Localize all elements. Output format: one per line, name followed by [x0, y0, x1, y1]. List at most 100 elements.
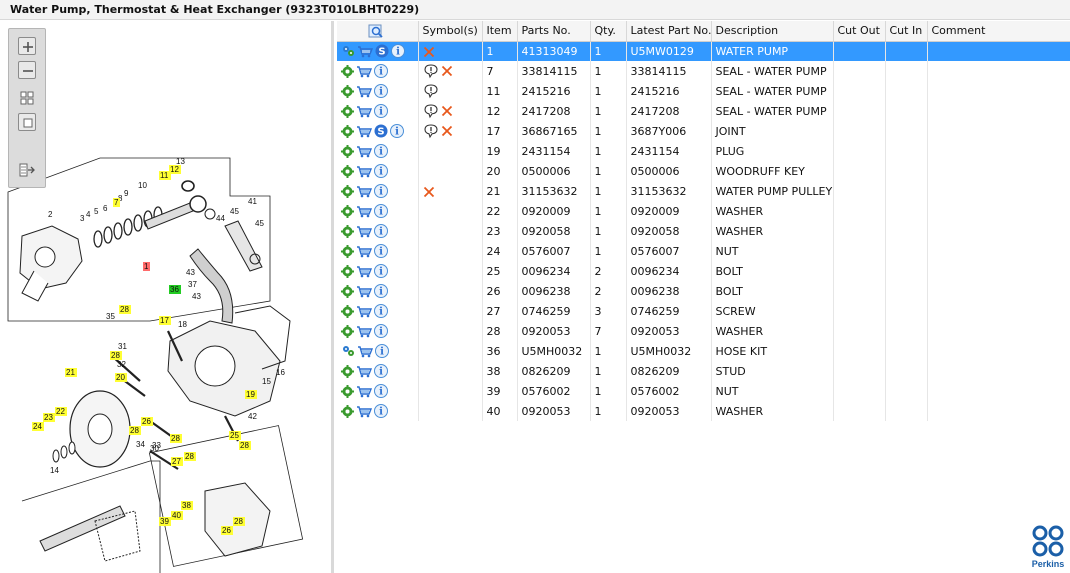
- s-badge-icon[interactable]: S: [375, 44, 389, 58]
- table-row[interactable]: i 25 0096234 2 0096234 BOLT: [337, 261, 1070, 281]
- info-icon[interactable]: i: [374, 364, 388, 378]
- info-icon[interactable]: i: [374, 284, 388, 298]
- gear-icon[interactable]: [341, 64, 354, 78]
- column-header-actions[interactable]: [337, 21, 419, 42]
- gear-icon[interactable]: [341, 224, 354, 238]
- cross-icon[interactable]: [441, 105, 453, 117]
- gear-icon[interactable]: [341, 104, 354, 118]
- cart-icon[interactable]: [356, 285, 372, 298]
- gear-icon[interactable]: [341, 264, 354, 278]
- table-row[interactable]: Si 17 36867165 1 3687Y006 JOINT: [337, 121, 1070, 141]
- exploded-diagram[interactable]: 1312111098765432141454445433637432835 17 1…: [0, 21, 334, 573]
- info-icon[interactable]: i: [374, 384, 388, 398]
- gear-icon[interactable]: [341, 184, 354, 198]
- table-row[interactable]: i 24 0576007 1 0576007 NUT: [337, 241, 1070, 261]
- info-icon[interactable]: i: [374, 224, 388, 238]
- cart-icon[interactable]: [356, 205, 372, 218]
- cart-icon[interactable]: [356, 325, 372, 338]
- table-row[interactable]: i 7 33814115 1 33814115 SEAL - WATER PUMP: [337, 61, 1070, 81]
- zoom-out-icon[interactable]: [18, 61, 36, 79]
- cart-icon[interactable]: [356, 85, 372, 98]
- column-header-cut-in[interactable]: Cut In: [885, 21, 928, 42]
- table-row[interactable]: i 27 0746259 3 0746259 SCREW: [337, 301, 1070, 321]
- multi-gear-icon[interactable]: [341, 344, 355, 358]
- gear-icon[interactable]: [341, 244, 354, 258]
- info-icon[interactable]: i: [390, 124, 404, 138]
- cart-icon[interactable]: [356, 265, 372, 278]
- column-header-cut-out[interactable]: Cut Out: [833, 21, 886, 42]
- gear-icon[interactable]: [341, 164, 354, 178]
- multi-gear-icon[interactable]: [341, 44, 355, 58]
- table-row[interactable]: i 11 2415216 1 2415216 SEAL - WATER PUMP: [337, 81, 1070, 101]
- gear-icon[interactable]: [341, 124, 354, 138]
- cart-icon[interactable]: [356, 245, 372, 258]
- cart-icon[interactable]: [356, 105, 372, 118]
- info-icon[interactable]: i: [374, 264, 388, 278]
- table-row[interactable]: Si 1 41313049 1 U5MW0129 WATER PUMP: [337, 41, 1070, 61]
- column-header-symbol-s[interactable]: Symbol(s): [418, 21, 483, 42]
- cart-icon[interactable]: [356, 405, 372, 418]
- info-icon[interactable]: i: [374, 64, 388, 78]
- table-row[interactable]: i 22 0920009 1 0920009 WASHER: [337, 201, 1070, 221]
- exploded-diagram-pane[interactable]: 13 12 11 10 9 8 7 6 5 4 3 2 1 41 45 44 45 43 36 37 43 28 35 17 1…: [0, 21, 334, 573]
- info-icon[interactable]: i: [374, 84, 388, 98]
- gear-icon[interactable]: [341, 364, 354, 378]
- info-icon[interactable]: i: [374, 304, 388, 318]
- info-icon[interactable]: i: [374, 404, 388, 418]
- cart-icon[interactable]: [356, 125, 372, 138]
- search-parts-icon[interactable]: [368, 23, 384, 39]
- info-icon[interactable]: i: [391, 44, 405, 59]
- table-row[interactable]: i 19 2431154 1 2431154 PLUG: [337, 141, 1070, 161]
- table-row[interactable]: i 21 31153632 1 31153632 WATER PUMP PULLEY: [337, 181, 1070, 201]
- info-icon[interactable]: i: [374, 204, 388, 218]
- comment-balloon-icon[interactable]: [423, 103, 439, 119]
- table-row[interactable]: i 40 0920053 1 0920053 WASHER: [337, 401, 1070, 421]
- cart-icon[interactable]: [356, 65, 372, 78]
- cross-icon[interactable]: [423, 186, 435, 198]
- gear-icon[interactable]: [341, 384, 354, 398]
- column-header-qty[interactable]: Qty.: [590, 21, 627, 42]
- table-row[interactable]: i 20 0500006 1 0500006 WOODRUFF KEY: [337, 161, 1070, 181]
- gear-icon[interactable]: [341, 144, 354, 158]
- cart-icon[interactable]: [356, 365, 372, 378]
- column-header-latest-part-no[interactable]: Latest Part No.: [626, 21, 712, 42]
- cross-icon[interactable]: [441, 65, 453, 77]
- column-header-comment[interactable]: Comment: [927, 21, 1070, 42]
- column-header-parts-no[interactable]: Parts No.: [517, 21, 591, 42]
- gear-icon[interactable]: [341, 404, 354, 418]
- comment-balloon-icon[interactable]: [423, 63, 439, 79]
- fit-all-icon[interactable]: [18, 89, 36, 107]
- cart-icon[interactable]: [356, 225, 372, 238]
- comment-balloon-icon[interactable]: [423, 123, 439, 139]
- cart-icon[interactable]: [356, 185, 372, 198]
- info-icon[interactable]: i: [374, 244, 388, 258]
- export-icon[interactable]: [18, 161, 36, 179]
- gear-icon[interactable]: [341, 84, 354, 98]
- info-icon[interactable]: i: [375, 344, 389, 358]
- column-header-description[interactable]: Description: [711, 21, 834, 42]
- cross-icon[interactable]: [441, 125, 453, 137]
- gear-icon[interactable]: [341, 324, 354, 338]
- gear-icon[interactable]: [341, 284, 354, 298]
- table-row[interactable]: i 39 0576002 1 0576002 NUT: [337, 381, 1070, 401]
- cart-icon[interactable]: [357, 45, 373, 58]
- fit-window-icon[interactable]: [18, 113, 36, 131]
- info-icon[interactable]: i: [374, 164, 388, 178]
- cart-icon[interactable]: [356, 145, 372, 158]
- table-row[interactable]: i 26 0096238 2 0096238 BOLT: [337, 281, 1070, 301]
- s-badge-icon[interactable]: S: [374, 124, 388, 138]
- info-icon[interactable]: i: [374, 104, 388, 118]
- cart-icon[interactable]: [357, 345, 373, 358]
- zoom-in-icon[interactable]: [18, 37, 36, 55]
- table-row[interactable]: i 12 2417208 1 2417208 SEAL - WATER PUMP: [337, 101, 1070, 121]
- gear-icon[interactable]: [341, 204, 354, 218]
- table-row[interactable]: i 23 0920058 1 0920058 WASHER: [337, 221, 1070, 241]
- parts-table-pane[interactable]: Symbol(s) Item Parts No. Qty. Latest Part No…: [337, 21, 1070, 573]
- gear-icon[interactable]: [341, 304, 354, 318]
- cross-icon[interactable]: [423, 46, 435, 58]
- table-row[interactable]: i 28 0920053 7 0920053 WASHER: [337, 321, 1070, 341]
- cart-icon[interactable]: [356, 165, 372, 178]
- info-icon[interactable]: i: [374, 184, 388, 198]
- cart-icon[interactable]: [356, 385, 372, 398]
- column-header-item[interactable]: Item: [482, 21, 518, 42]
